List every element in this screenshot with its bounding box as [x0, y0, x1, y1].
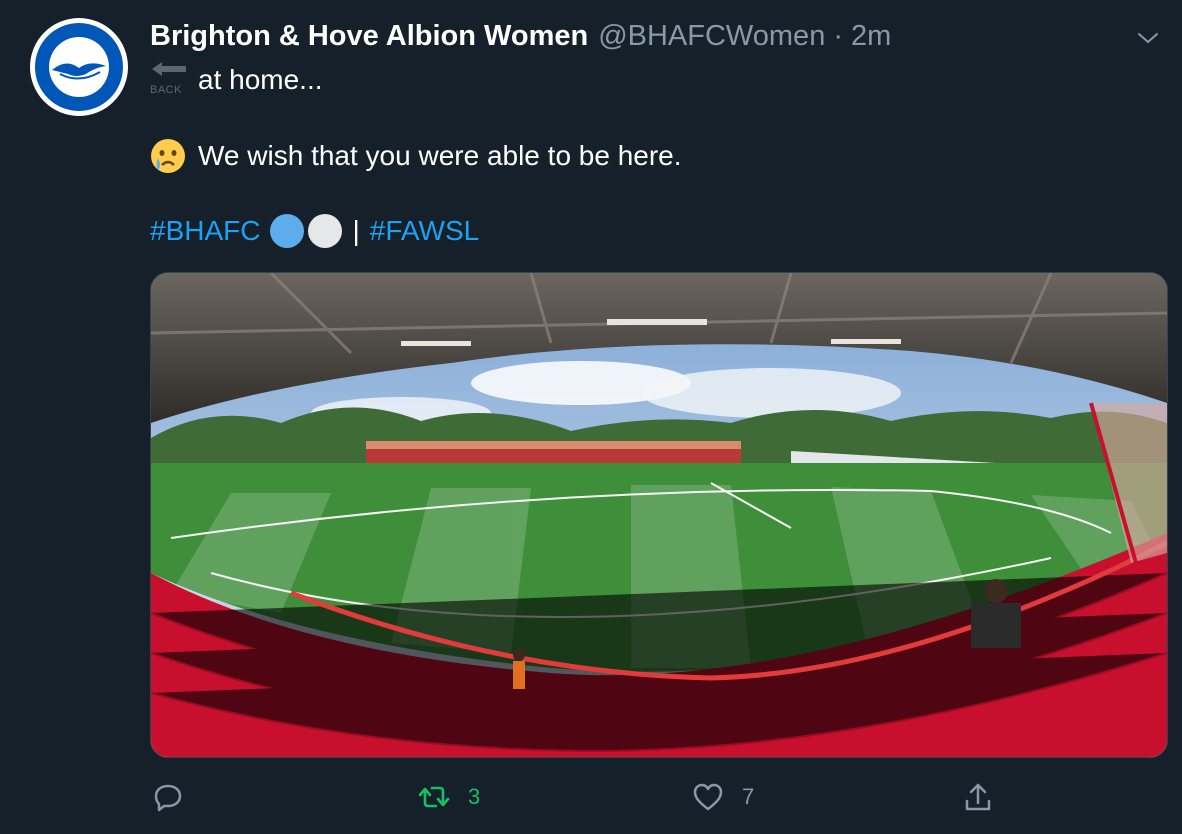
crying-face-icon [151, 139, 185, 173]
white-circle-icon [308, 214, 343, 248]
avatar[interactable] [30, 18, 128, 116]
tweet-text-line2: We wish that you were able to be here. [150, 138, 682, 174]
hashtag-divider: | [352, 215, 360, 246]
retweet-icon [418, 786, 450, 808]
share-button[interactable] [960, 774, 996, 820]
tweet-header: Brighton & Hove Albion Women @BHAFCWomen… [150, 20, 1122, 58]
retweet-count: 3 [468, 784, 481, 809]
tweet-actions: 3 7 [150, 774, 1010, 820]
hashtag-line: #BHAFC | #FAWSL [150, 214, 479, 248]
like-count: 7 [742, 784, 755, 809]
tweet-photo[interactable] [150, 272, 1168, 758]
hashtag-fawsl[interactable]: #FAWSL [370, 215, 479, 247]
heart-icon [693, 783, 723, 811]
tweet-text-line1: at home... [198, 64, 323, 95]
reply-button[interactable] [150, 774, 202, 820]
back-label: BACK [150, 84, 182, 96]
reply-icon [154, 784, 182, 812]
hashtag-bhafc[interactable]: #BHAFC [150, 215, 260, 247]
blue-circle-icon [270, 214, 305, 248]
like-button[interactable]: 7 [690, 774, 754, 820]
stadium-panorama-image [151, 273, 1167, 757]
chevron-down-icon[interactable] [1136, 26, 1160, 50]
retweet-button[interactable]: 3 [416, 774, 480, 820]
bhafc-crest-logo [32, 20, 126, 114]
back-arrow-icon: BACK [150, 60, 190, 100]
display-name[interactable]: Brighton & Hove Albion Women [150, 20, 588, 53]
timestamp[interactable]: 2m [851, 20, 891, 53]
tweet-text: We wish that you were able to be here. [198, 140, 682, 171]
user-handle[interactable]: @BHAFCWomen [598, 20, 825, 53]
share-icon [965, 783, 991, 811]
separator-dot: · [833, 20, 843, 52]
